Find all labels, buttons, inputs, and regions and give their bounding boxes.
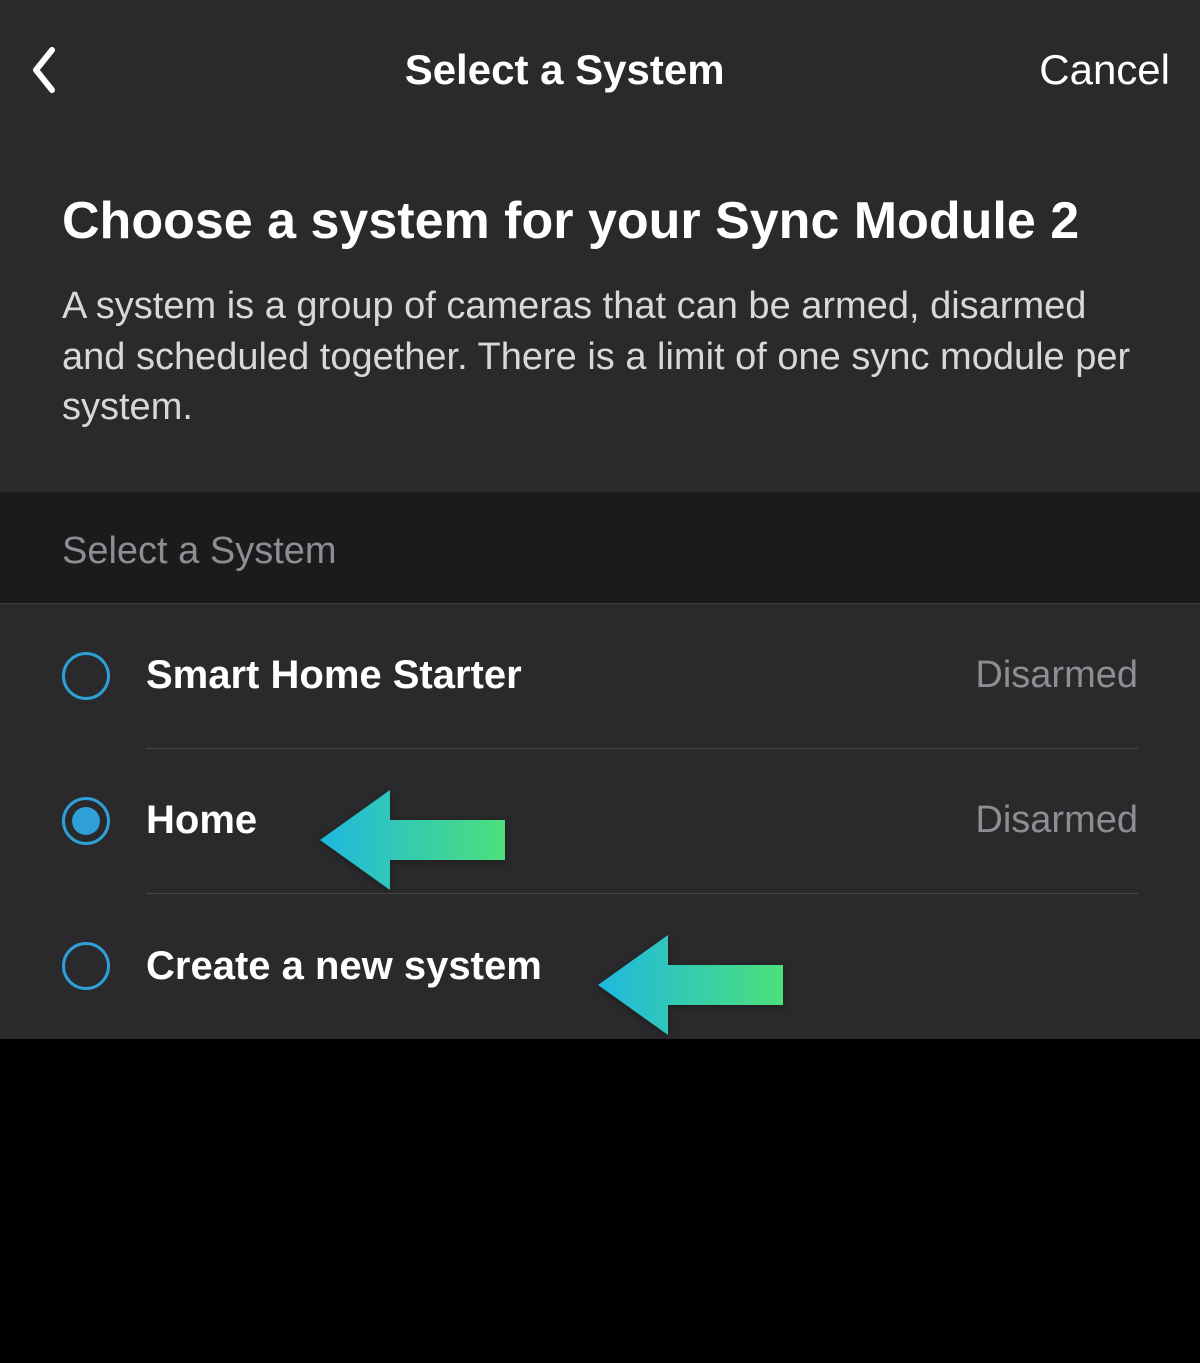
radio-selected-dot (72, 807, 100, 835)
list-row-content: Create a new system (146, 894, 1138, 1039)
list-header-label: Select a System (62, 530, 1200, 573)
radio-selected-icon (62, 797, 110, 845)
bottom-spacer (0, 1039, 1200, 1289)
page-title: Select a System (405, 46, 725, 94)
system-option-create-new[interactable]: Create a new system (0, 894, 1200, 1039)
navigation-header: Select a System Cancel (0, 0, 1200, 140)
list-section-header: Select a System (0, 492, 1200, 603)
system-label: Create a new system (146, 944, 542, 989)
system-list: Smart Home Starter Disarmed Home Disarme… (0, 603, 1200, 1039)
system-label: Smart Home Starter (146, 653, 522, 698)
radio-unselected-icon (62, 942, 110, 990)
back-button[interactable] (30, 40, 90, 100)
intro-description: A system is a group of cameras that can … (62, 281, 1138, 431)
system-status: Disarmed (975, 799, 1138, 842)
cancel-button[interactable]: Cancel (1039, 46, 1170, 94)
intro-section: Choose a system for your Sync Module 2 A… (0, 140, 1200, 492)
system-option-smart-home-starter[interactable]: Smart Home Starter Disarmed (0, 604, 1200, 749)
chevron-left-icon (30, 46, 58, 94)
system-status: Disarmed (975, 654, 1138, 697)
radio-unselected-icon (62, 652, 110, 700)
intro-heading: Choose a system for your Sync Module 2 (62, 190, 1138, 253)
list-row-content: Smart Home Starter Disarmed (146, 604, 1138, 749)
list-row-content: Home Disarmed (146, 749, 1138, 894)
system-option-home[interactable]: Home Disarmed (0, 749, 1200, 894)
system-label: Home (146, 798, 257, 843)
